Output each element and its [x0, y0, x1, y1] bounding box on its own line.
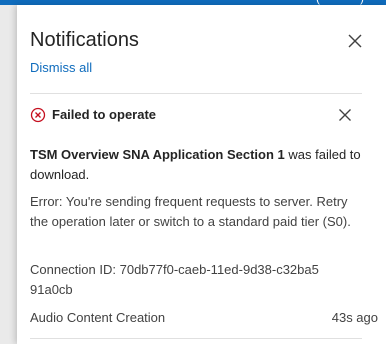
panel-title: Notifications [30, 29, 139, 51]
close-icon [348, 34, 362, 48]
notification-time: 43s ago [331, 310, 378, 325]
dismiss-notification-button[interactable] [336, 106, 354, 124]
item-name: TSM Overview SNA Application Section 1 [30, 147, 285, 162]
notification-source: Audio Content Creation [30, 310, 166, 325]
divider [30, 93, 362, 94]
close-icon [339, 109, 351, 121]
notification-header: Failed to operate [30, 104, 365, 126]
divider [30, 338, 362, 339]
error-circle-icon [30, 107, 46, 123]
close-panel-button[interactable] [345, 31, 365, 51]
notifications-panel: Notifications Dismiss all Failed to oper… [17, 5, 386, 344]
notification-message: TSM Overview SNA Application Section 1 w… [30, 145, 365, 185]
error-text: Error: You're sending frequent requests … [30, 194, 351, 229]
dismiss-all-link[interactable]: Dismiss all [30, 60, 92, 75]
connection-id: Connection ID: 70db77f0-caeb-11ed-9d38-c… [30, 262, 319, 297]
notification-title: Failed to operate [52, 107, 157, 122]
